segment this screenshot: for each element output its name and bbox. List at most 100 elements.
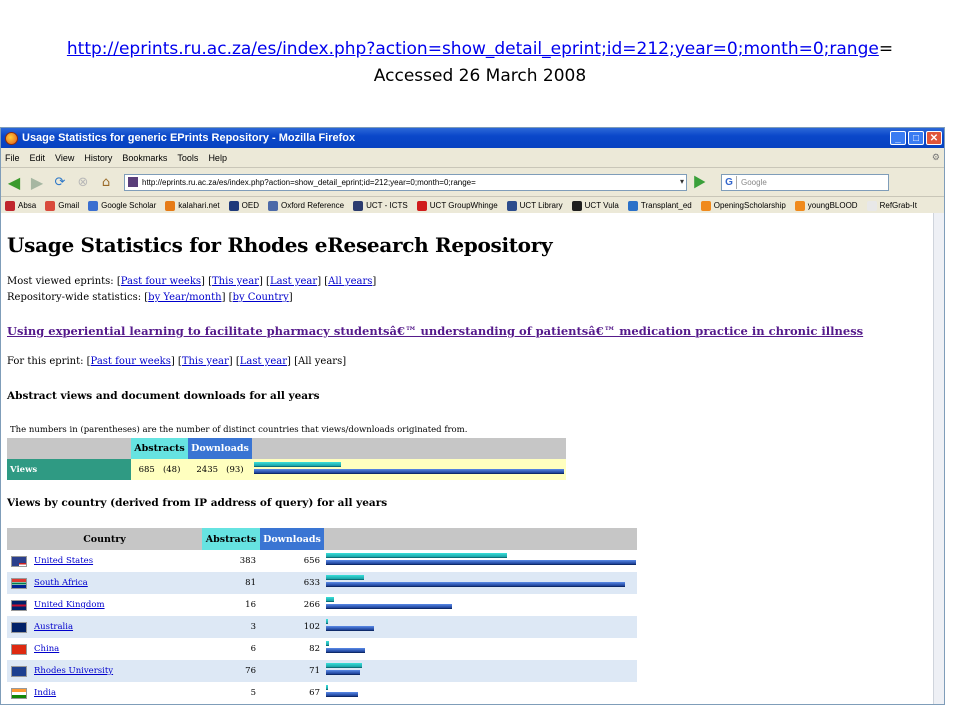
- page-content: Usage Statistics for Rhodes eResearch Re…: [1, 213, 936, 705]
- bookmark-item[interactable]: Transplant_ed: [627, 200, 692, 211]
- downloads-bar: [326, 604, 452, 609]
- table-row: Canada656: [7, 704, 637, 705]
- country-cell: China: [7, 638, 202, 660]
- bar-cell: [324, 704, 637, 705]
- bookmark-item[interactable]: UCT Library: [506, 200, 563, 211]
- google-search-icon[interactable]: G: [722, 175, 737, 189]
- bookmark-item[interactable]: kalahari.net: [165, 200, 220, 211]
- bookmark-item[interactable]: UCT GroupWhinge: [416, 200, 498, 211]
- country-link[interactable]: United States: [34, 556, 93, 566]
- back-arrow-icon[interactable]: ◀: [5, 173, 23, 192]
- reload-icon[interactable]: ⟳: [51, 173, 69, 191]
- bookmark-label: UCT - ICTS: [366, 201, 408, 210]
- close-button[interactable]: ✕: [926, 131, 942, 145]
- stats-link[interactable]: All years: [328, 276, 372, 287]
- country-wrap: United Kingdom: [8, 599, 201, 611]
- stats-link[interactable]: Last year: [270, 276, 317, 287]
- flag-icon: [11, 621, 27, 633]
- summary-abstracts-bar: [254, 462, 341, 467]
- country-link[interactable]: United Kingdom: [34, 600, 105, 610]
- downloads-bar: [326, 560, 636, 565]
- menu-item-bookmarks[interactable]: Bookmarks: [122, 153, 167, 163]
- page-title: Usage Statistics for Rhodes eResearch Re…: [7, 233, 553, 257]
- stats-link[interactable]: This year: [182, 356, 229, 367]
- stats-link[interactable]: by Country: [233, 292, 289, 303]
- chevron-down-icon[interactable]: ▾: [680, 177, 684, 186]
- bookmark-label: kalahari.net: [178, 201, 220, 210]
- search-input[interactable]: G Google: [721, 173, 889, 191]
- abstracts-bar: [326, 685, 328, 690]
- country-link[interactable]: Rhodes University: [34, 666, 113, 676]
- country-table: Country Abstracts Downloads United State…: [7, 528, 637, 705]
- menu-item-view[interactable]: View: [55, 153, 74, 163]
- summary-downloads-bar: [254, 469, 564, 474]
- col-country: Country: [7, 528, 202, 550]
- table-row: United Kingdom 16 266: [7, 594, 637, 616]
- country-wrap: India: [8, 687, 201, 699]
- eprint-title-link[interactable]: Using experiential learning to facilitat…: [7, 324, 863, 338]
- bookmark-item[interactable]: Google Scholar: [88, 200, 156, 211]
- abstracts-bar: [326, 663, 362, 668]
- bar-cell: [324, 594, 637, 616]
- address-text: http://eprints.ru.ac.za/es/index.php?act…: [142, 177, 476, 187]
- table-row: China 6 82: [7, 638, 637, 660]
- country-wrap: South Africa: [8, 577, 201, 589]
- bookmark-favicon-icon: [506, 200, 517, 211]
- section-heading-country: Views by country (derived from IP addres…: [7, 497, 388, 509]
- vertical-scrollbar[interactable]: [933, 213, 944, 704]
- source-url-link[interactable]: http://eprints.ru.ac.za/es/index.php?act…: [67, 39, 879, 59]
- flag-icon: [11, 687, 27, 699]
- summary-downloads-value: 2435: [196, 464, 219, 475]
- menu-options-icon[interactable]: ⚙: [932, 152, 940, 163]
- bookmark-item[interactable]: UCT - ICTS: [353, 200, 408, 211]
- forward-arrow-icon[interactable]: ▶: [28, 173, 46, 192]
- summary-abstracts-value: 685: [138, 464, 155, 475]
- stats-link[interactable]: Past four weeks: [91, 356, 171, 367]
- menu-item-edit[interactable]: Edit: [30, 153, 46, 163]
- home-icon[interactable]: ⌂: [97, 173, 115, 191]
- downloads-cell: 82: [260, 638, 324, 660]
- bookmark-favicon-icon: [353, 200, 364, 211]
- address-bar[interactable]: http://eprints.ru.ac.za/es/index.php?act…: [124, 173, 687, 191]
- menu-item-file[interactable]: File: [5, 153, 20, 163]
- bookmark-item[interactable]: Gmail: [45, 200, 79, 211]
- menu-item-tools[interactable]: Tools: [177, 153, 198, 163]
- go-arrow-icon[interactable]: [694, 175, 706, 189]
- table-row: South Africa 81 633: [7, 572, 637, 594]
- stop-icon[interactable]: ⊗: [74, 173, 92, 191]
- country-link[interactable]: India: [34, 688, 56, 698]
- bookmark-item[interactable]: Oxford Reference: [267, 200, 344, 211]
- accessed-date: Accessed 26 March 2008: [373, 66, 587, 86]
- country-link[interactable]: South Africa: [34, 578, 88, 588]
- bookmark-item[interactable]: youngBLOOD: [794, 200, 858, 211]
- maximize-button[interactable]: □: [908, 131, 924, 145]
- stats-link[interactable]: This year: [212, 276, 259, 287]
- bar-cell: [324, 682, 637, 704]
- abstracts-cell: 76: [202, 660, 260, 682]
- country-cell: Australia: [7, 616, 202, 638]
- country-link[interactable]: Australia: [34, 622, 73, 632]
- menu-item-help[interactable]: Help: [208, 153, 227, 163]
- bookmark-item[interactable]: Absa: [5, 200, 36, 211]
- most-viewed-line: Most viewed eprints: [Past four weeks] […: [7, 276, 377, 287]
- minimize-button[interactable]: _: [890, 131, 906, 145]
- bookmark-item[interactable]: RefGrab-It: [866, 200, 917, 211]
- bookmark-item[interactable]: OED: [228, 200, 259, 211]
- menu-item-history[interactable]: History: [84, 153, 112, 163]
- title-bar: Usage Statistics for generic EPrints Rep…: [1, 128, 944, 148]
- window-title: Usage Statistics for generic EPrints Rep…: [22, 132, 356, 144]
- country-cell: United Kingdom: [7, 594, 202, 616]
- stats-link[interactable]: Last year: [240, 356, 287, 367]
- bookmark-item[interactable]: UCT Vula: [571, 200, 619, 211]
- bookmark-item[interactable]: OpeningScholarship: [700, 200, 786, 211]
- stats-link[interactable]: by Year/month: [148, 292, 221, 303]
- abstracts-bar: [326, 641, 329, 646]
- bookmark-label: OED: [241, 201, 259, 210]
- stats-link[interactable]: Past four weeks: [121, 276, 201, 287]
- source-url-tail: =: [878, 39, 894, 59]
- browser-window: Usage Statistics for generic EPrints Rep…: [0, 127, 945, 705]
- country-cell: South Africa: [7, 572, 202, 594]
- bookmark-label: OpeningScholarship: [713, 201, 786, 210]
- downloads-bar: [326, 626, 374, 631]
- country-link[interactable]: China: [34, 644, 59, 654]
